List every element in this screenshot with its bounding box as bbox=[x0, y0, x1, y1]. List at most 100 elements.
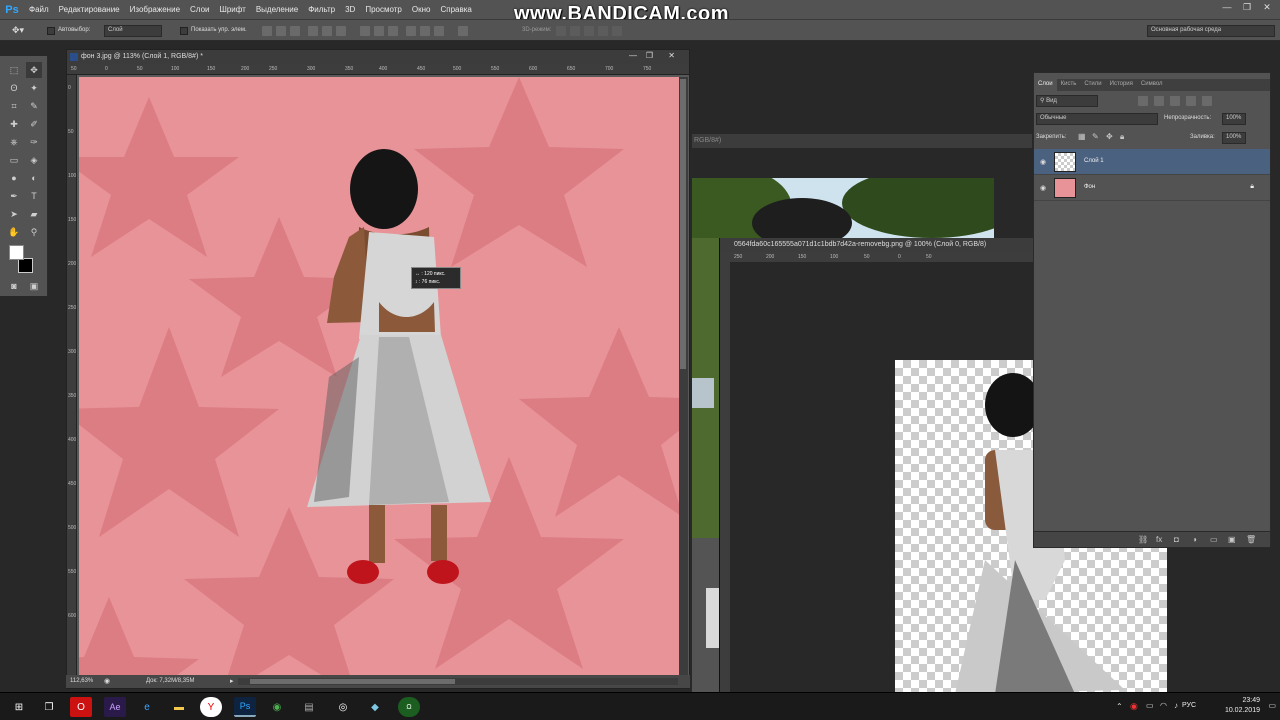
photoshop-taskbar-icon[interactable]: Ps bbox=[234, 697, 256, 717]
after-effects-icon[interactable]: Ae bbox=[104, 697, 126, 717]
filter-shape-icon[interactable] bbox=[1186, 96, 1196, 106]
windows-start-icon[interactable]: ⊞ bbox=[8, 697, 30, 717]
close-icon[interactable]: ✕ bbox=[1258, 1, 1276, 13]
auto-align-icon[interactable] bbox=[458, 26, 468, 36]
menu-select[interactable]: Выделение bbox=[251, 5, 303, 14]
document-tab[interactable]: фон 3.jpg @ 113% (Слой 1, RGB/8#) * — ❐ … bbox=[67, 50, 689, 65]
foreground-color-swatch[interactable] bbox=[9, 245, 24, 260]
pen-tool-icon[interactable]: ✒ bbox=[6, 188, 22, 204]
filter-pixel-icon[interactable] bbox=[1138, 96, 1148, 106]
blend-mode-select[interactable]: Обычные bbox=[1036, 113, 1158, 125]
lasso-tool-icon[interactable]: ʘ bbox=[6, 80, 22, 96]
tray-chevron-icon[interactable]: ⌃ bbox=[1116, 702, 1123, 711]
yandex-browser-icon[interactable]: Y bbox=[200, 697, 222, 717]
bandicam-icon[interactable]: ◎ bbox=[332, 697, 354, 717]
menu-window[interactable]: Окно bbox=[407, 5, 436, 14]
minimize-icon[interactable]: — bbox=[1218, 1, 1236, 13]
align-hcenter-icon[interactable] bbox=[322, 26, 332, 36]
blur-tool-icon[interactable]: ● bbox=[6, 170, 22, 186]
distribute-vcenter-icon[interactable] bbox=[374, 26, 384, 36]
doc2-tab-title[interactable]: RGB/8#) bbox=[692, 134, 1032, 148]
filter-adjust-icon[interactable] bbox=[1154, 96, 1164, 106]
menu-image[interactable]: Изображение bbox=[125, 5, 185, 14]
align-left-icon[interactable] bbox=[308, 26, 318, 36]
history-brush-tool-icon[interactable]: ✑ bbox=[26, 134, 42, 150]
eye-icon[interactable]: ◉ bbox=[1040, 184, 1048, 192]
notification-icon[interactable]: ▭ bbox=[1268, 701, 1276, 710]
active-document-window[interactable]: фон 3.jpg @ 113% (Слой 1, RGB/8#) * — ❐ … bbox=[66, 49, 690, 689]
lock-pixels-icon[interactable]: ✎ bbox=[1092, 132, 1099, 141]
task-view-icon[interactable]: ❐ bbox=[38, 697, 60, 717]
stamp-tool-icon[interactable]: ⎈ bbox=[6, 134, 22, 150]
doc-close-icon[interactable]: ✕ bbox=[668, 51, 675, 60]
quick-mask-icon[interactable]: ◙ bbox=[6, 278, 22, 294]
eraser-tool-icon[interactable]: ▭ bbox=[6, 152, 22, 168]
shape-tool-icon[interactable]: ▰ bbox=[26, 206, 42, 222]
filter-type-icon[interactable] bbox=[1170, 96, 1180, 106]
menu-layers[interactable]: Слои bbox=[185, 5, 214, 14]
healing-tool-icon[interactable]: ✚ bbox=[6, 116, 22, 132]
doc-restore-icon[interactable]: ❐ bbox=[646, 51, 653, 60]
path-select-tool-icon[interactable]: ➤ bbox=[6, 206, 22, 222]
menu-filter[interactable]: Фильтр bbox=[303, 5, 340, 14]
status-arrow-icon[interactable]: ▸ bbox=[230, 677, 234, 685]
dodge-tool-icon[interactable]: ◐ bbox=[26, 170, 42, 186]
status-info-icon[interactable]: ◉ bbox=[104, 677, 110, 685]
tray-volume-icon[interactable]: ♪ bbox=[1174, 701, 1178, 710]
lock-transparency-icon[interactable]: ▦ bbox=[1078, 132, 1086, 141]
zoom-level[interactable]: 112,63% bbox=[70, 678, 93, 684]
distribute-top-icon[interactable] bbox=[360, 26, 370, 36]
layer-row-background[interactable]: ◉ Фон 🔒︎ bbox=[1034, 175, 1270, 201]
background-color-swatch[interactable] bbox=[18, 258, 33, 273]
zoom-tool-icon[interactable]: ⚲ bbox=[26, 224, 42, 240]
distribute-left-icon[interactable] bbox=[406, 26, 416, 36]
align-bottom-icon[interactable] bbox=[290, 26, 300, 36]
3d-roll-icon[interactable] bbox=[570, 26, 580, 36]
adjustment-layer-icon[interactable]: ◑ bbox=[1192, 535, 1197, 544]
chrome-icon[interactable]: ◉ bbox=[266, 697, 288, 717]
3d-pan-icon[interactable] bbox=[584, 26, 594, 36]
menu-file[interactable]: Файл bbox=[24, 5, 54, 14]
screen-mode-icon[interactable]: ▣ bbox=[26, 278, 42, 294]
new-layer-icon[interactable]: ▣ bbox=[1228, 535, 1236, 544]
tray-clock[interactable]: 23:49 10.02.2019 bbox=[1225, 696, 1260, 716]
doc3-tab-title[interactable]: 0564fda60c165555a071d1c1bdb7d42a-removeb… bbox=[720, 238, 1033, 252]
vertical-scrollbar[interactable] bbox=[679, 77, 688, 675]
menu-help[interactable]: Справка bbox=[435, 5, 476, 14]
move-tool-icon[interactable]: ✥▾ bbox=[12, 25, 24, 36]
tray-language[interactable]: РУС bbox=[1182, 702, 1196, 709]
tab-history[interactable]: История bbox=[1106, 79, 1137, 91]
hand-tool-icon[interactable]: ✋ bbox=[6, 224, 22, 240]
move-tool-icon[interactable]: ✥ bbox=[26, 62, 42, 78]
notepad-icon[interactable]: ▤ bbox=[298, 697, 320, 717]
app-icon[interactable]: ◆ bbox=[364, 697, 386, 717]
tab-styles[interactable]: Стили bbox=[1080, 79, 1105, 91]
autoselect-select[interactable]: Слой bbox=[104, 25, 162, 37]
utorrent-icon[interactable]: Ω bbox=[398, 697, 420, 717]
layer-row-layer1[interactable]: ◉ Слой 1 bbox=[1034, 149, 1270, 175]
new-group-icon[interactable]: ▭ bbox=[1210, 535, 1218, 544]
edge-icon[interactable]: e bbox=[136, 697, 158, 717]
menu-type[interactable]: Шрифт bbox=[214, 5, 250, 14]
show-controls-checkbox[interactable] bbox=[180, 27, 188, 35]
3d-rotate-icon[interactable] bbox=[556, 26, 566, 36]
vertical-scroll-thumb[interactable] bbox=[680, 79, 686, 369]
brush-tool-icon[interactable]: ✐ bbox=[26, 116, 42, 132]
lock-all-icon[interactable]: 🔒︎ bbox=[1120, 132, 1124, 142]
menu-3d[interactable]: 3D bbox=[340, 5, 360, 14]
doc-minimize-icon[interactable]: — bbox=[629, 51, 637, 60]
align-vcenter-icon[interactable] bbox=[276, 26, 286, 36]
link-layers-icon[interactable]: ⛓ bbox=[1138, 535, 1148, 544]
magic-wand-tool-icon[interactable]: ✦ bbox=[26, 80, 42, 96]
lock-position-icon[interactable]: ✥ bbox=[1106, 132, 1113, 141]
menu-edit[interactable]: Редактирование bbox=[54, 5, 125, 14]
layer-name[interactable]: Фон bbox=[1084, 184, 1095, 190]
opacity-input[interactable]: 100% bbox=[1222, 113, 1246, 125]
filter-smart-icon[interactable] bbox=[1202, 96, 1212, 106]
document-canvas[interactable]: ↔ : 120 пикс. ↕ : 76 пикс. bbox=[79, 77, 679, 677]
tab-layers[interactable]: Слои bbox=[1034, 79, 1057, 91]
add-mask-icon[interactable]: ◘ bbox=[1174, 535, 1179, 544]
horizontal-scrollbar[interactable] bbox=[238, 678, 678, 685]
3d-scale-icon[interactable] bbox=[612, 26, 622, 36]
fx-icon[interactable]: fx bbox=[1156, 535, 1162, 544]
